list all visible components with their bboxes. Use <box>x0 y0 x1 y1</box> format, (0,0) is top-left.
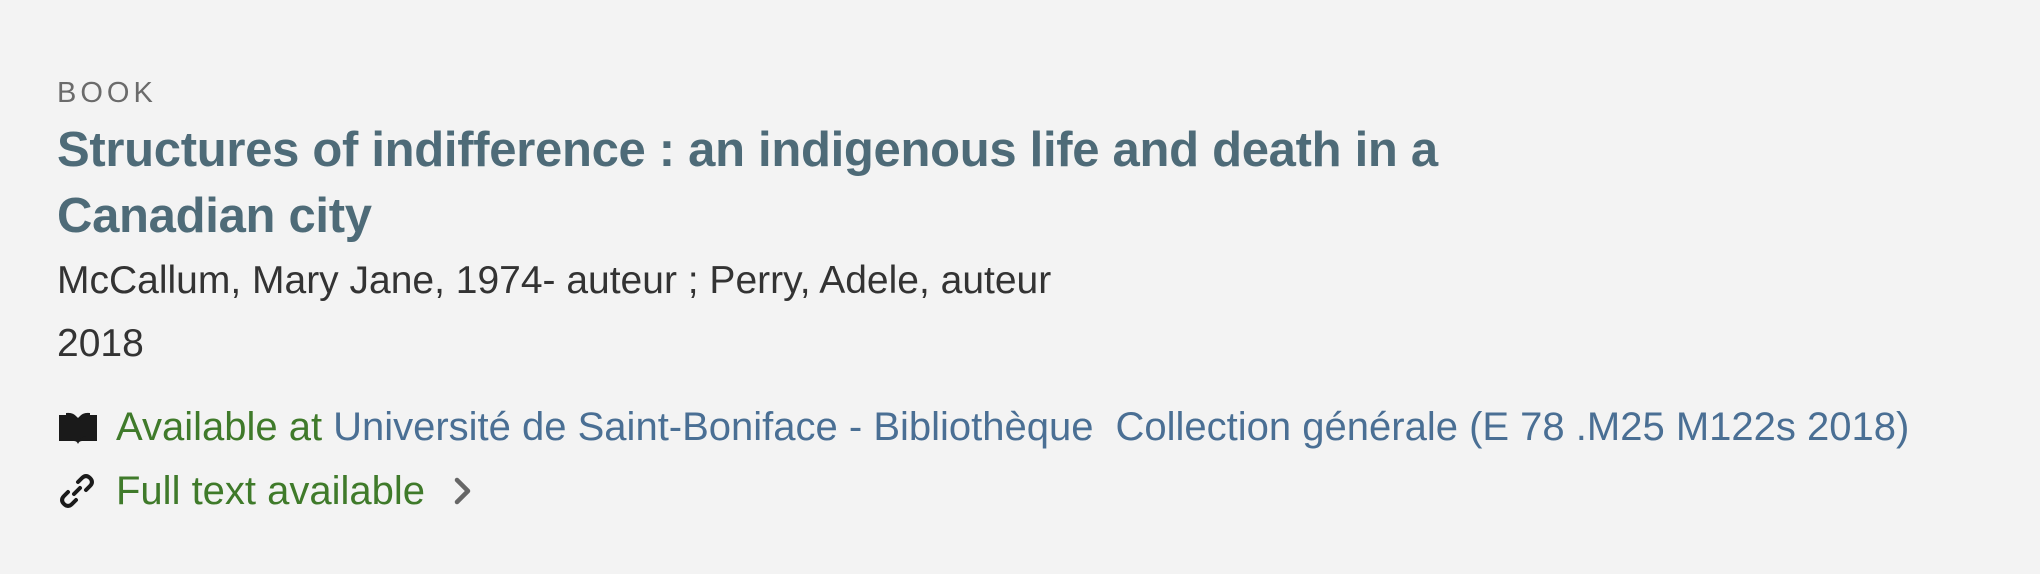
resource-type-label: BOOK <box>57 77 157 109</box>
open-book-icon <box>57 408 104 448</box>
search-result-record: BOOK Structures of indifference : an ind… <box>57 72 2017 523</box>
availability-status: Available at Université de Saint-Bonifac… <box>57 396 2017 459</box>
record-title-link[interactable]: Structures of indifference : an indigeno… <box>57 117 1457 249</box>
record-authors: McCallum, Mary Jane, 1974- auteur ; Perr… <box>57 259 1052 302</box>
library-location-link[interactable]: Université de Saint-Boniface - Bibliothè… <box>333 405 1093 450</box>
full-text-link[interactable]: Full text available <box>57 459 2017 523</box>
link-icon <box>57 471 104 511</box>
availability-status-text: Available at <box>116 405 323 449</box>
chevron-right-icon[interactable] <box>453 476 473 506</box>
collection-call-number[interactable]: Collection générale (E 78 .M25 M122s 201… <box>1116 405 1910 450</box>
publication-year: 2018 <box>57 322 144 365</box>
full-text-label: Full text available <box>116 468 426 513</box>
